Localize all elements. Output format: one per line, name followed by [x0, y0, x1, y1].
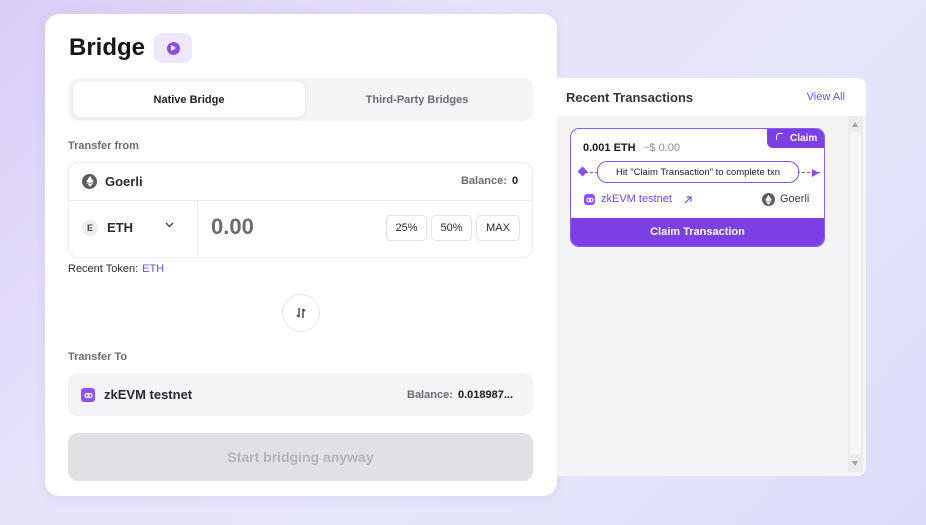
- chevron-down-icon: [165, 222, 174, 228]
- ethereum-icon: [82, 174, 97, 189]
- transfer-to-label: Transfer To: [68, 351, 128, 363]
- from-balance-value: 0: [512, 175, 519, 187]
- status-badge-label: Claim: [790, 133, 818, 144]
- from-network-row: Goerli Balance: 0: [69, 163, 532, 201]
- ethereum-icon: [762, 193, 775, 206]
- scrollbar-thumb[interactable]: [850, 132, 861, 454]
- swap-arrows-icon: [296, 308, 306, 318]
- external-link-icon[interactable]: [683, 195, 693, 205]
- tx-from-network-link[interactable]: zkEVM testnet: [601, 193, 672, 205]
- swap-direction-button[interactable]: [282, 294, 320, 332]
- to-network-name: zkEVM testnet: [104, 387, 193, 402]
- tutorial-video-button[interactable]: [154, 33, 192, 63]
- recent-transactions-title: Recent Transactions: [566, 90, 694, 105]
- transaction-card: 0.001 ETH ~$ 0.00 Claim Hit "Claim Trans…: [570, 128, 825, 247]
- max-button[interactable]: MAX: [476, 215, 520, 241]
- scrollbar[interactable]: [848, 116, 863, 472]
- scroll-down-icon[interactable]: [852, 461, 858, 466]
- bridge-tabs: Native Bridge Third-Party Bridges: [68, 78, 533, 121]
- token-selector[interactable]: E ETH: [69, 200, 198, 256]
- bridge-card: Bridge Native Bridge Third-Party Bridges…: [45, 14, 557, 496]
- transfer-from-label: Transfer from: [68, 140, 139, 152]
- tab-native-bridge[interactable]: Native Bridge: [73, 82, 305, 117]
- zkevm-icon: [81, 388, 95, 402]
- page-title: Bridge: [69, 34, 146, 61]
- tab-third-party-bridges[interactable]: Third-Party Bridges: [301, 82, 533, 117]
- view-all-link[interactable]: View All: [807, 91, 845, 103]
- pct-50-button[interactable]: 50%: [431, 215, 472, 241]
- claim-transaction-button[interactable]: Claim Transaction: [571, 218, 824, 246]
- zkevm-icon: [584, 194, 595, 205]
- tx-usd-value: ~$ 0.00: [643, 142, 681, 154]
- scroll-up-icon[interactable]: [852, 122, 858, 127]
- start-marker-icon: [577, 166, 588, 177]
- from-network-name: Goerli: [105, 174, 143, 189]
- pct-25-button[interactable]: 25%: [386, 215, 427, 241]
- amount-input[interactable]: 0.00: [211, 214, 254, 240]
- recent-transactions-panel: Recent Transactions View All 0.001 ETH ~…: [557, 78, 866, 476]
- status-badge: Claim: [767, 129, 824, 148]
- token-name: ETH: [107, 220, 133, 235]
- transfer-to-box: zkEVM testnet Balance: 0.018987...: [68, 373, 533, 416]
- play-icon: [166, 41, 180, 55]
- transfer-from-box: Goerli Balance: 0 E ETH 0.00 25% 50% MAX: [68, 162, 533, 258]
- recent-token-label: Recent Token:: [68, 263, 139, 275]
- to-balance-value: 0.018987...: [458, 389, 514, 401]
- token-icon: E: [82, 220, 98, 236]
- claim-hint: Hit "Claim Transaction" to complete txn: [597, 161, 799, 183]
- arrow-right-icon: [812, 169, 819, 177]
- tx-to-network: Goerli: [780, 193, 810, 205]
- tx-amount: 0.001 ETH: [583, 142, 636, 154]
- to-balance-label: Balance:: [407, 389, 453, 401]
- recent-transactions-header: Recent Transactions View All: [557, 78, 866, 116]
- recent-token-link[interactable]: ETH: [142, 263, 164, 275]
- from-balance-label: Balance:: [461, 175, 507, 187]
- recent-token: Recent Token: ETH: [68, 263, 164, 275]
- loading-spinner-icon: [776, 133, 783, 140]
- start-bridging-button[interactable]: Start bridging anyway: [68, 433, 533, 481]
